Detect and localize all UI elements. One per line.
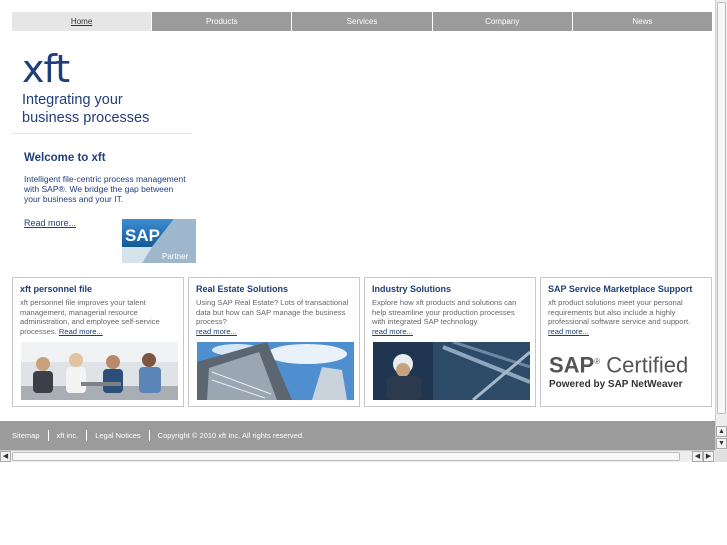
scrollbar-corner — [715, 450, 727, 462]
footer-copyright: Copyright © 2010 xft Inc. All rights res… — [148, 430, 312, 441]
skyscraper-photo — [197, 342, 354, 400]
page-viewport: Home Products Services Company News xft … — [0, 0, 715, 450]
card-text: xft product solutions meet your personal… — [548, 298, 691, 336]
card-text: Explore how xft products and solutions c… — [372, 298, 517, 336]
vertical-scroll-thumb[interactable] — [717, 2, 726, 414]
welcome-read-more-link[interactable]: Read more... — [24, 218, 76, 228]
nav-home[interactable]: Home — [12, 12, 152, 31]
footer-sitemap-link[interactable]: Sitemap — [4, 430, 48, 441]
nav-news[interactable]: News — [571, 12, 713, 31]
card-title[interactable]: Industry Solutions — [372, 284, 528, 294]
top-navigation: Home Products Services Company News — [12, 12, 713, 31]
card-read-more-link[interactable]: read more... — [196, 327, 237, 336]
xft-logo[interactable]: xft Integrating your business processes — [22, 50, 192, 127]
footer-company-link[interactable]: xft inc. — [47, 430, 87, 441]
horizontal-scroll-thumb[interactable] — [12, 452, 680, 461]
cert-reg-mark: ® — [594, 357, 601, 366]
footer-legal-link[interactable]: Legal Notices — [86, 430, 148, 441]
nav-products[interactable]: Products — [151, 12, 292, 31]
scroll-down-icon[interactable]: ▼ — [716, 438, 727, 449]
logo-divider — [12, 133, 192, 134]
scroll-left-icon[interactable]: ◀ — [0, 451, 11, 462]
card-text: xft personnel file improves your talent … — [20, 298, 160, 336]
scroll-right-icon[interactable]: ▶ — [703, 451, 714, 462]
sap-certified-logo: SAP® Certified Powered by SAP NetWeaver — [549, 350, 709, 391]
logo-tagline-1: Integrating your — [22, 92, 123, 108]
card-real-estate: Real Estate Solutions Using SAP Real Est… — [188, 277, 360, 407]
welcome-text: Intelligent file-centric process managem… — [24, 174, 186, 204]
card-read-more-link[interactable]: Read more... — [59, 327, 103, 336]
card-industry-solutions: Industry Solutions Explore how xft produ… — [364, 277, 536, 407]
welcome-title: Welcome to xft — [24, 152, 106, 164]
cert-powered-by: Powered by SAP NetWeaver — [549, 379, 683, 391]
vertical-scrollbar[interactable]: ▲ ▼ — [715, 0, 727, 450]
logo-tagline-2: business processes — [22, 110, 150, 126]
cert-word: Certified — [606, 352, 689, 378]
card-title[interactable]: xft personnel file — [20, 284, 176, 294]
page-footer: Sitemap xft inc. Legal Notices Copyright… — [0, 421, 715, 450]
office-team-photo — [21, 342, 178, 400]
sap-partner-label: Partner — [162, 252, 189, 261]
horizontal-scrollbar[interactable]: ◀ ◀ ▶ — [0, 450, 715, 462]
scroll-up-icon[interactable]: ▲ — [716, 426, 727, 437]
logo-mark: xft — [22, 47, 70, 91]
scroll-left-icon[interactable]: ◀ — [692, 451, 703, 462]
card-read-more-link[interactable]: read more... — [372, 327, 413, 336]
industrial-worker-photo — [373, 342, 530, 400]
card-title[interactable]: SAP Service Marketplace Support — [548, 284, 704, 294]
card-personnel-file: xft personnel file xft personnel file im… — [12, 277, 184, 407]
nav-services[interactable]: Services — [291, 12, 432, 31]
sap-partner-brand: SAP — [125, 226, 160, 245]
card-sap-service-support: SAP Service Marketplace Support xft prod… — [540, 277, 712, 407]
card-read-more-link[interactable]: read more... — [548, 327, 589, 336]
card-text: Using SAP Real Estate? Lots of transacti… — [196, 298, 349, 336]
card-title[interactable]: Real Estate Solutions — [196, 284, 352, 294]
feature-cards: xft personnel file xft personnel file im… — [12, 277, 712, 407]
cert-brand: SAP — [549, 352, 595, 378]
nav-company[interactable]: Company — [431, 12, 572, 31]
sap-partner-logo[interactable]: SAP Partner — [122, 219, 196, 263]
